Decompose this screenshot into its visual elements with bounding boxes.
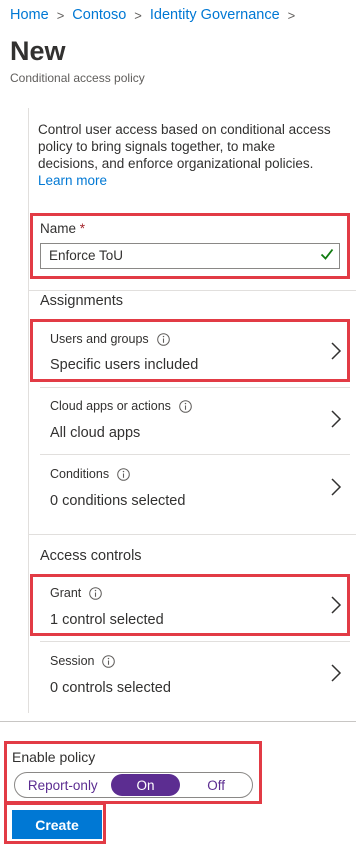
required-marker: *	[79, 221, 86, 236]
assignments-heading: Assignments	[40, 293, 124, 309]
policy-name-field[interactable]: Enforce ToU	[40, 243, 340, 269]
row-value: Specific users included	[50, 357, 199, 373]
intro-text: Control user access based on conditional…	[38, 122, 331, 171]
option-off[interactable]: Off	[180, 773, 252, 797]
divider	[40, 454, 350, 455]
page-title: New	[10, 36, 66, 66]
option-on[interactable]: On	[110, 774, 181, 796]
row-label: Session	[50, 654, 95, 668]
access-row-grant[interactable]: Grant 1 control selected	[40, 577, 350, 633]
chevron-right-icon	[331, 664, 342, 682]
access-controls-heading: Access controls	[40, 548, 142, 564]
enable-policy-toggle: Report-only On Off	[14, 772, 253, 798]
chevron-right-icon	[331, 596, 342, 614]
breadcrumb-identity-governance[interactable]: Identity Governance	[150, 7, 280, 23]
create-button[interactable]: Create	[12, 810, 102, 839]
row-label: Users and groups	[50, 332, 149, 346]
chevron-right-icon: >	[56, 7, 65, 23]
breadcrumb-home[interactable]: Home	[10, 7, 49, 23]
name-label: Name *	[40, 221, 85, 236]
breadcrumb-contoso[interactable]: Contoso	[72, 7, 126, 23]
row-label: Cloud apps or actions	[50, 399, 171, 413]
info-icon[interactable]	[102, 654, 116, 668]
name-label-text: Name	[40, 221, 77, 236]
enable-policy-label: Enable policy	[12, 749, 96, 765]
row-label: Grant	[50, 586, 82, 600]
info-icon[interactable]	[179, 399, 192, 413]
divider	[40, 641, 350, 642]
row-value: 0 controls selected	[50, 680, 171, 696]
chevron-right-icon	[331, 410, 342, 428]
chevron-right-icon: >	[287, 7, 296, 23]
checkmark-icon	[320, 248, 334, 260]
page-subtitle: Conditional access policy	[10, 71, 145, 85]
row-value: 0 conditions selected	[50, 493, 186, 509]
row-value: All cloud apps	[50, 425, 141, 441]
learn-more-link[interactable]: Learn more	[38, 173, 107, 188]
info-icon[interactable]	[156, 332, 170, 346]
row-label: Conditions	[50, 467, 110, 481]
assignment-row-cloud-apps[interactable]: Cloud apps or actions All cloud apps	[40, 390, 350, 446]
chevron-right-icon	[331, 478, 342, 496]
breadcrumb: Home > Contoso > Identity Governance >	[10, 7, 295, 23]
chevron-right-icon	[331, 342, 342, 360]
info-icon[interactable]	[117, 467, 130, 481]
footer-divider	[0, 721, 356, 722]
divider	[28, 534, 356, 535]
option-report-only[interactable]: Report-only	[15, 773, 111, 797]
row-value: 1 control selected	[50, 612, 164, 628]
assignment-row-conditions[interactable]: Conditions 0 conditions selected	[40, 458, 350, 514]
chevron-right-icon: >	[134, 7, 142, 23]
assignment-row-users-groups[interactable]: Users and groups Specific users included	[40, 323, 350, 379]
intro-description: Control user access based on conditional…	[38, 121, 338, 189]
access-row-session[interactable]: Session 0 controls selected	[40, 645, 350, 701]
divider	[28, 290, 356, 291]
divider	[40, 387, 350, 388]
info-icon[interactable]	[89, 586, 103, 600]
